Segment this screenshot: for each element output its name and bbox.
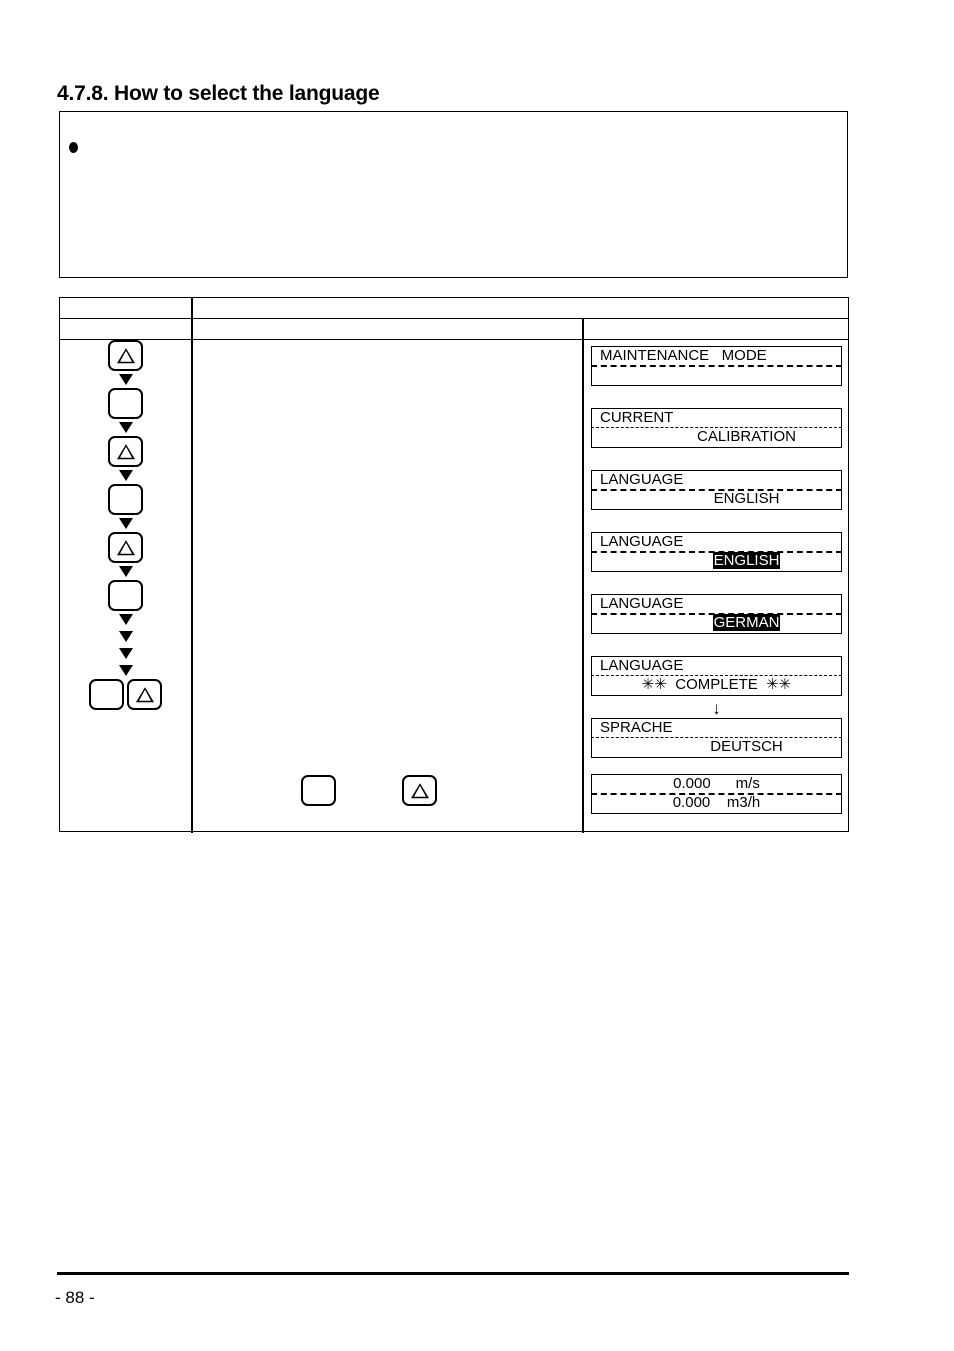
down-arrow-icon-5 bbox=[118, 566, 133, 577]
triangle-key-mid[interactable] bbox=[402, 775, 437, 806]
lcd-line-1: LANGUAGE bbox=[600, 657, 684, 674]
lcd-line-1: LANGUAGE bbox=[600, 595, 684, 612]
lcd-line-1: CURRENT bbox=[600, 409, 674, 426]
lcd-line-2: ✳✳ COMPLETE ✳✳ bbox=[641, 676, 792, 693]
lcd-divider-icon bbox=[591, 365, 842, 367]
page-title: 4.7.8. How to select the language bbox=[57, 82, 380, 105]
lcd-current-calibration: CURRENT CALIBRATION bbox=[591, 408, 842, 448]
blank-key-4[interactable] bbox=[89, 679, 124, 710]
lcd-line-1: 0.000 m/s bbox=[673, 775, 760, 792]
blank-key-mid[interactable] bbox=[301, 775, 336, 806]
triangle-key-1[interactable] bbox=[108, 340, 143, 371]
down-arrow-icon-7 bbox=[118, 631, 133, 642]
lcd-line-2: GERMAN bbox=[592, 614, 871, 632]
lcd-maintenance-mode: MAINTENANCE MODE bbox=[591, 346, 842, 386]
lcd-sprache-deutsch: SPRACHE DEUTSCH bbox=[591, 718, 842, 758]
page-number: - 88 - bbox=[55, 1288, 95, 1307]
down-arrow-icon-3 bbox=[118, 470, 133, 481]
procedure-table: MAINTENANCE MODE CURRENT CALIBRATION LAN… bbox=[59, 297, 850, 833]
down-arrow-icon-9 bbox=[118, 665, 133, 676]
lcd-language-german-selected: LANGUAGE GERMAN bbox=[591, 594, 842, 634]
key-sequence-stack bbox=[60, 340, 191, 710]
down-arrow-icon-4 bbox=[118, 518, 133, 529]
lcd-line-1: SPRACHE bbox=[600, 719, 673, 736]
down-arrow-icon-8 bbox=[118, 648, 133, 659]
triangle-key-3[interactable] bbox=[108, 532, 143, 563]
triangle-key-2[interactable] bbox=[108, 436, 143, 467]
lcd-line-2: DEUTSCH bbox=[710, 738, 783, 755]
table-header-row-2 bbox=[60, 319, 848, 340]
action-description-column bbox=[191, 340, 582, 833]
key-sequence-column bbox=[60, 340, 191, 833]
lcd-line-2: CALIBRATION bbox=[697, 428, 796, 445]
lcd-line-1: LANGUAGE bbox=[600, 471, 684, 488]
lcd-measurement-readout: 0.000 m/s 0.000 m3/h bbox=[591, 774, 842, 814]
lcd-line-1: MAINTENANCE MODE bbox=[600, 347, 767, 364]
blank-key-3[interactable] bbox=[108, 580, 143, 611]
lcd-line-2: ENGLISH bbox=[713, 490, 780, 507]
lcd-language-complete: LANGUAGE ✳✳ COMPLETE ✳✳ bbox=[591, 656, 842, 696]
blank-key-1[interactable] bbox=[108, 388, 143, 419]
bullet-icon bbox=[69, 142, 78, 153]
lcd-language-english: LANGUAGE ENGLISH bbox=[591, 470, 842, 510]
display-column: MAINTENANCE MODE CURRENT CALIBRATION LAN… bbox=[582, 340, 850, 833]
table-header-row-1 bbox=[60, 298, 848, 319]
lcd-selected-value: GERMAN bbox=[712, 614, 781, 631]
key-pair-final bbox=[89, 679, 162, 710]
footer-divider bbox=[57, 1272, 849, 1275]
lcd-line-2: 0.000 m3/h bbox=[672, 794, 761, 811]
lcd-selected-value: ENGLISH bbox=[712, 552, 781, 569]
down-arrow-icon-2 bbox=[118, 422, 133, 433]
down-arrow-icon-6 bbox=[118, 614, 133, 625]
mid-key-row bbox=[301, 772, 541, 812]
lcd-line-2: ENGLISH bbox=[592, 552, 871, 570]
lcd-language-english-selected: LANGUAGE ENGLISH bbox=[591, 532, 842, 572]
blank-key-2[interactable] bbox=[108, 484, 143, 515]
down-arrow-icon-1 bbox=[118, 374, 133, 385]
triangle-key-4[interactable] bbox=[127, 679, 162, 710]
note-box bbox=[59, 111, 848, 278]
lcd-line-1: LANGUAGE bbox=[600, 533, 684, 550]
flow-down-arrow-icon: ↓ bbox=[712, 699, 721, 718]
